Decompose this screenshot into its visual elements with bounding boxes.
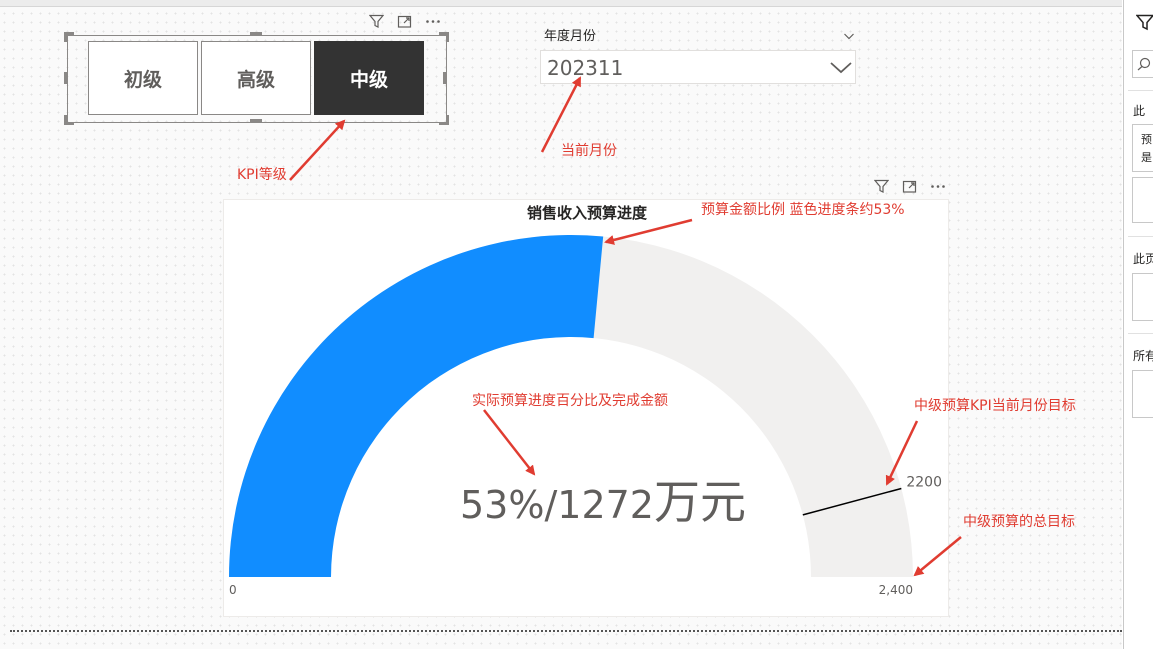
add-field-box[interactable] bbox=[1132, 273, 1153, 321]
month-value: 202311 bbox=[547, 56, 624, 80]
resize-handle[interactable] bbox=[250, 119, 262, 122]
more-options-icon[interactable] bbox=[929, 178, 946, 195]
search-icon bbox=[1137, 56, 1151, 75]
add-field-box[interactable] bbox=[1132, 370, 1153, 418]
resize-handle[interactable] bbox=[439, 115, 449, 125]
resize-handle[interactable] bbox=[64, 32, 74, 42]
filters-pane: 此 预 是 此页 所有 bbox=[1123, 0, 1153, 649]
kpi-slicer-header-menu bbox=[368, 13, 441, 30]
month-slicer-title: 年度月份 bbox=[544, 29, 597, 44]
resize-handle[interactable] bbox=[439, 32, 449, 42]
gauge-max-label: 2,400 bbox=[879, 583, 913, 597]
filter-icon[interactable] bbox=[873, 178, 890, 195]
more-options-icon[interactable] bbox=[424, 13, 441, 30]
kpi-level-slicer[interactable]: 初级 高级 中级 bbox=[67, 35, 447, 123]
annotation-budget-ratio: 预算金额比例 蓝色进度条约53% bbox=[701, 202, 905, 218]
divider bbox=[1128, 90, 1153, 91]
annotation-kpi-level: KPI等级 bbox=[237, 167, 287, 183]
annotation-total-target: 中级预算的总目标 bbox=[963, 514, 1075, 530]
collapse-chevron-icon[interactable] bbox=[843, 26, 855, 45]
resize-handle[interactable] bbox=[250, 32, 262, 35]
page-boundary bbox=[10, 630, 1122, 632]
filter-card[interactable]: 预 是 bbox=[1132, 124, 1153, 172]
month-dropdown[interactable]: 202311 bbox=[540, 50, 856, 84]
annotation-kpi-target: 中级预算KPI当前月份目标 bbox=[914, 398, 1076, 414]
month-slicer: 年度月份 202311 bbox=[540, 23, 860, 88]
filter-card-value: 是 bbox=[1141, 151, 1152, 164]
gauge-min-label: 0 bbox=[229, 583, 237, 597]
kpi-button-0[interactable]: 初级 bbox=[88, 41, 198, 115]
ribbon-edge bbox=[0, 0, 1122, 7]
gauge-callout-value: 53%/1272 bbox=[460, 483, 654, 527]
divider bbox=[1128, 333, 1153, 334]
filter-pane-icon[interactable] bbox=[1135, 14, 1153, 35]
filter-icon[interactable] bbox=[368, 13, 385, 30]
filter-card-field: 预 bbox=[1141, 133, 1152, 146]
resize-handle[interactable] bbox=[443, 72, 446, 84]
divider bbox=[1128, 236, 1153, 237]
filter-search-box[interactable] bbox=[1132, 50, 1153, 78]
gauge-callout-unit: 万元 bbox=[654, 475, 746, 529]
chevron-down-icon[interactable] bbox=[829, 58, 853, 80]
focus-mode-icon[interactable] bbox=[901, 178, 918, 195]
kpi-button-1[interactable]: 高级 bbox=[201, 41, 311, 115]
filters-section-page: 此页 bbox=[1133, 252, 1153, 266]
resize-handle[interactable] bbox=[64, 72, 67, 84]
filters-section-visual: 此 bbox=[1133, 104, 1146, 118]
annotation-current-month: 当前月份 bbox=[561, 143, 617, 159]
gauge-callout: 53%/1272万元 bbox=[460, 475, 746, 529]
gauge-header-menu bbox=[873, 178, 946, 195]
gauge-target-label: 2200 bbox=[906, 474, 942, 490]
filters-section-all-pages: 所有 bbox=[1133, 349, 1153, 363]
annotation-actual-progress: 实际预算进度百分比及完成金额 bbox=[472, 393, 668, 409]
add-field-box[interactable] bbox=[1132, 177, 1153, 223]
resize-handle[interactable] bbox=[64, 115, 74, 125]
kpi-button-2[interactable]: 中级 bbox=[314, 41, 424, 115]
focus-mode-icon[interactable] bbox=[396, 13, 413, 30]
